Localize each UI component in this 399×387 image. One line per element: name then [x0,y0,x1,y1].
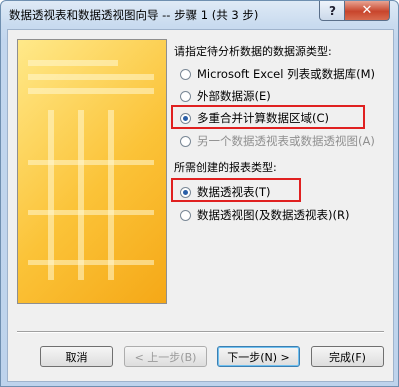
back-button[interactable]: < 上一步(B) [124,346,207,367]
radio-indicator [180,68,191,80]
radio-label: 外部数据源(E) [197,89,271,103]
radio-indicator [180,209,191,221]
radio-pivot-chart[interactable]: 数据透视图(及数据透视表)(R) [180,207,349,223]
wizard-window: 数据透视表和数据透视图向导 -- 步骤 1 (共 3 步) ? ✕ 请指定待分析… [0,0,399,387]
radio-label: 另一个数据透视表或数据透视图(A) [197,134,375,148]
radio-indicator [180,135,191,147]
close-button[interactable]: ✕ [344,1,390,21]
data-source-heading: 请指定待分析数据的数据源类型: [174,45,332,58]
report-type-heading: 所需创建的报表类型: [174,161,277,174]
radio-label: Microsoft Excel 列表或数据库(M) [197,67,376,81]
radio-indicator [180,90,191,102]
highlight-box [171,178,301,202]
help-icon: ? [329,3,336,18]
help-button[interactable]: ? [319,1,346,21]
radio-label: 数据透视图(及数据透视表)(R) [197,208,350,222]
cancel-button[interactable]: 取消 [40,346,113,367]
divider [17,331,384,333]
dialog-body: 请指定待分析数据的数据源类型: Microsoft Excel 列表或数据库(M… [7,29,394,382]
next-button[interactable]: 下一步(N) > [217,346,300,367]
radio-external-source[interactable]: 外部数据源(E) [180,88,271,104]
title-bar[interactable]: 数据透视表和数据透视图向导 -- 步骤 1 (共 3 步) ? ✕ [1,1,398,27]
radio-excel-list[interactable]: Microsoft Excel 列表或数据库(M) [180,66,375,82]
highlight-box [171,105,365,129]
finish-button[interactable]: 完成(F) [311,346,384,367]
close-icon: ✕ [361,3,373,18]
radio-other-pivot[interactable]: 另一个数据透视表或数据透视图(A) [180,133,375,149]
wizard-illustration [17,39,167,304]
window-title: 数据透视表和数据透视图向导 -- 步骤 1 (共 3 步) [9,8,259,22]
